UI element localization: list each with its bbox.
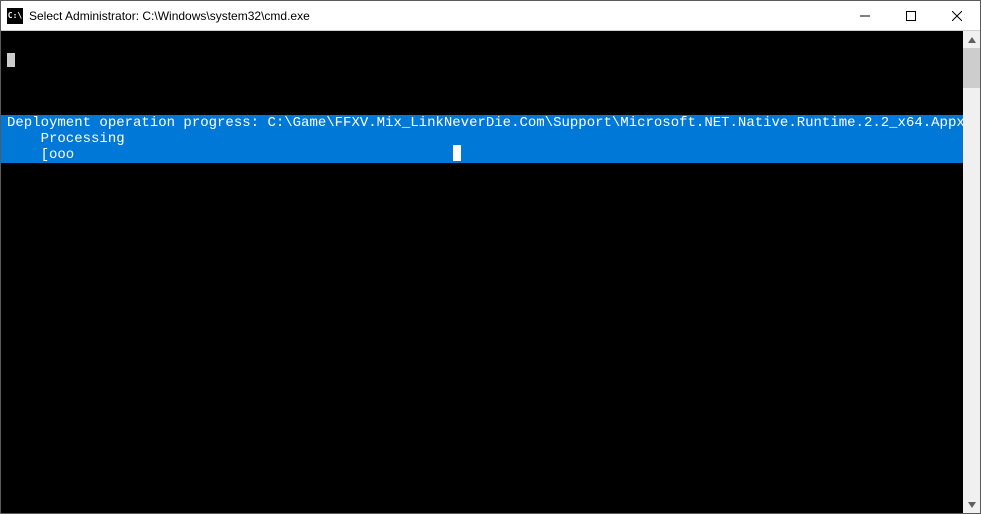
- deployment-progress-line: Deployment operation progress: C:\Game\F…: [7, 115, 957, 131]
- maximize-button[interactable]: [888, 1, 934, 30]
- terminal-output[interactable]: Deployment operation progress: C:\Game\F…: [1, 31, 963, 513]
- titlebar[interactable]: C:\ Select Administrator: C:\Windows\sys…: [1, 1, 980, 31]
- scroll-down-button[interactable]: [963, 496, 980, 513]
- window-title: Select Administrator: C:\Windows\system3…: [29, 9, 842, 23]
- minimize-icon: [860, 11, 870, 21]
- window-controls: [842, 1, 980, 30]
- content-area: Deployment operation progress: C:\Game\F…: [1, 31, 980, 513]
- scroll-track[interactable]: [963, 48, 980, 496]
- close-button[interactable]: [934, 1, 980, 30]
- chevron-down-icon: [968, 501, 976, 509]
- cmd-icon: C:\: [7, 8, 23, 24]
- scroll-thumb[interactable]: [963, 48, 980, 88]
- chevron-up-icon: [968, 36, 976, 44]
- vertical-scrollbar[interactable]: [963, 31, 980, 513]
- terminal-prompt-cursor: [7, 51, 957, 67]
- processing-status-line: Processing: [7, 131, 957, 147]
- selection-cursor: [453, 145, 461, 161]
- minimize-button[interactable]: [842, 1, 888, 30]
- progress-bar-line: [ooo ]: [7, 147, 957, 163]
- scroll-up-button[interactable]: [963, 31, 980, 48]
- cmd-window: C:\ Select Administrator: C:\Windows\sys…: [0, 0, 981, 514]
- maximize-icon: [906, 11, 916, 21]
- close-icon: [952, 11, 962, 21]
- progress-block: Deployment operation progress: C:\Game\F…: [1, 115, 963, 163]
